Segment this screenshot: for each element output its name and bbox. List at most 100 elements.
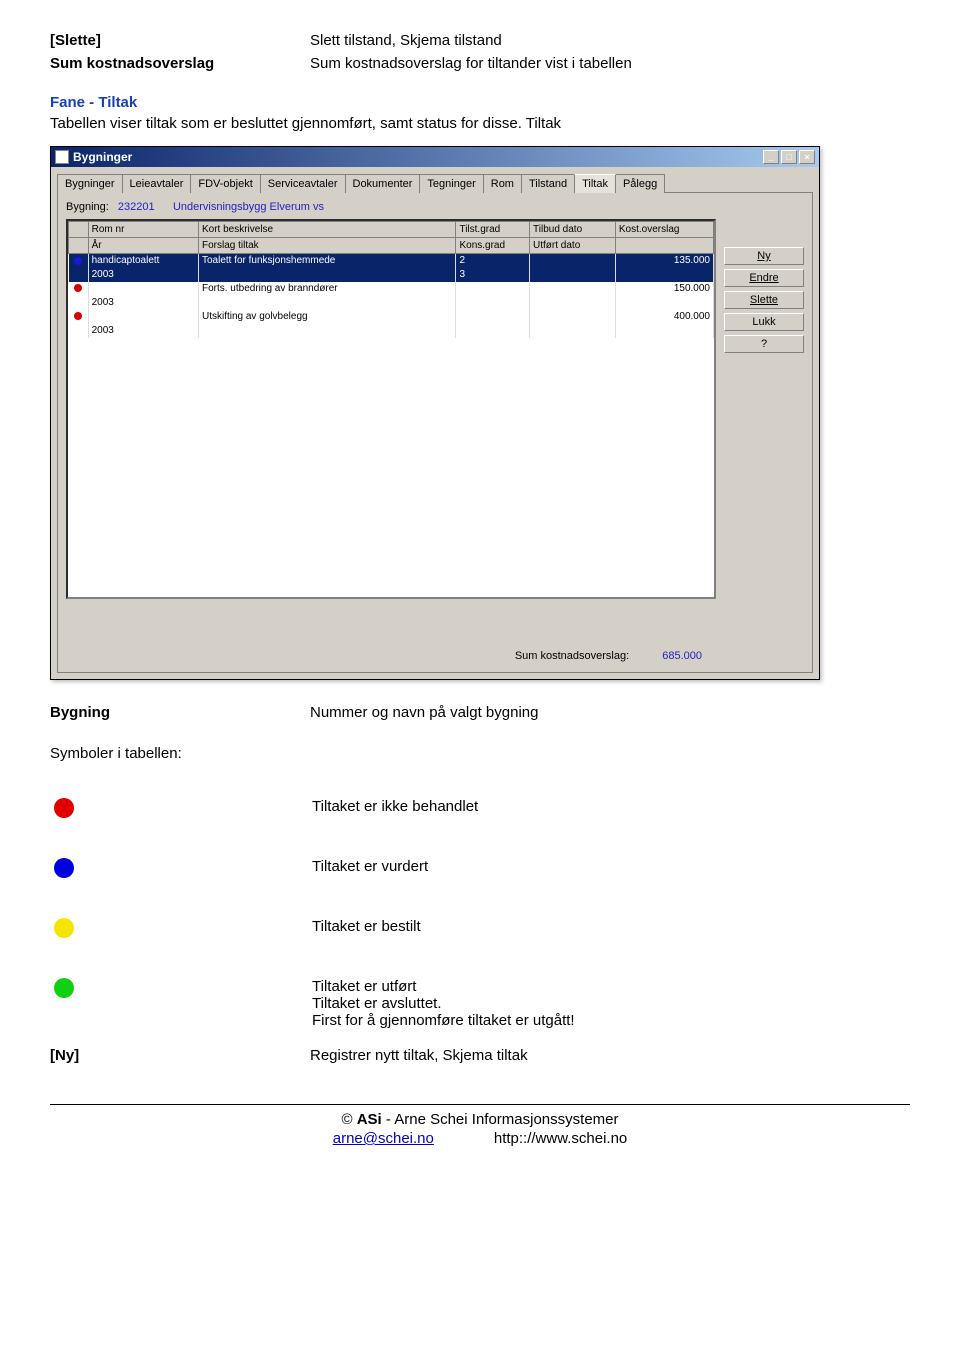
cell: Forts. utbedring av branndører [198, 282, 456, 296]
sum-label: Sum kostnadsoverslag: [515, 650, 629, 662]
table-row[interactable]: Utskifting av golvbelegg 400.000 [69, 310, 714, 324]
row-dot [69, 268, 89, 282]
app-icon [55, 150, 69, 164]
th-konsgrad[interactable]: Kons.grad [456, 238, 530, 254]
table-row[interactable]: Forts. utbedring av branndører 150.000 [69, 282, 714, 296]
tab-bygninger[interactable]: Bygninger [57, 174, 123, 193]
cell: Toalett for funksjonshemmede [198, 254, 456, 268]
close-button[interactable]: × [799, 150, 815, 164]
symbols-label: Symboler i tabellen: [50, 745, 910, 762]
cell [456, 324, 530, 338]
cell [615, 268, 713, 282]
table-row[interactable]: 2003 [69, 296, 714, 310]
tab-tiltak[interactable]: Tiltak [574, 174, 616, 193]
tab-content: Bygning: 232201 Undervisningsbygg Elveru… [57, 193, 813, 673]
titlebar-left: Bygninger [55, 150, 132, 164]
table-row[interactable]: handicaptoalett Toalett for funksjonshem… [69, 254, 714, 268]
footer-line2: arne@schei.no http:://www.schei.no [50, 1130, 910, 1147]
sum-value: 685.000 [662, 650, 702, 662]
cell [530, 282, 616, 296]
window-controls: _ □ × [763, 150, 815, 164]
side-buttons: Ny Endre Slette Lukk ? [724, 219, 804, 599]
th-forslag[interactable]: Forslag tiltak [198, 238, 456, 254]
th-kort[interactable]: Kort beskrivelse [198, 222, 456, 238]
footer-brand: ASi [357, 1111, 382, 1128]
def-row-slette: [Slette] Slett tilstand, Skjema tilstand [50, 32, 910, 49]
def-term-sum: Sum kostnadsoverslag [50, 55, 310, 72]
tab-fdv-objekt[interactable]: FDV-objekt [190, 174, 260, 193]
footer: © ASi - Arne Schei Informasjonssystemer … [50, 1111, 910, 1147]
footer-email-link[interactable]: arne@schei.no [333, 1130, 434, 1147]
table-wrapper[interactable]: Rom nr Kort beskrivelse Tilst.grad Tilbu… [66, 219, 716, 599]
table-row[interactable]: 2003 [69, 324, 714, 338]
maximize-button[interactable]: □ [781, 150, 797, 164]
th-romnr[interactable]: Rom nr [88, 222, 198, 238]
cell: 2003 [88, 296, 198, 310]
th-tilstgrad[interactable]: Tilst.grad [456, 222, 530, 238]
red-dot-icon [50, 798, 112, 818]
help-button-label: ? [761, 338, 767, 350]
green-line2: Tiltaket er avsluttet. [312, 995, 910, 1012]
minimize-button[interactable]: _ [763, 150, 779, 164]
status-dot-icon [74, 312, 82, 320]
def-desc-slette: Slett tilstand, Skjema tilstand [310, 32, 910, 49]
footer-org: - Arne Schei Informasjonssystemer [382, 1111, 619, 1128]
tab-dokumenter[interactable]: Dokumenter [345, 174, 421, 193]
cell: 150.000 [615, 282, 713, 296]
section-paragraph: Tabellen viser tiltak som er besluttet g… [50, 115, 910, 132]
th2-dot[interactable] [69, 238, 89, 254]
sum-line: Sum kostnadsoverslag: 685.000 [515, 650, 702, 662]
copyright-symbol: © [341, 1111, 356, 1128]
table-row[interactable]: 2003 3 [69, 268, 714, 282]
yellow-dot-icon [50, 918, 112, 938]
tab-leieavtaler[interactable]: Leieavtaler [122, 174, 192, 193]
th2-kost[interactable] [615, 238, 713, 254]
tab-serviceavtaler[interactable]: Serviceavtaler [260, 174, 346, 193]
def-row-sum: Sum kostnadsoverslag Sum kostnadsoversla… [50, 55, 910, 72]
grid-area: Rom nr Kort beskrivelse Tilst.grad Tilbu… [66, 219, 804, 599]
cell [530, 254, 616, 268]
cell: 135.000 [615, 254, 713, 268]
tab-tegninger[interactable]: Tegninger [419, 174, 483, 193]
th-tilbud[interactable]: Tilbud dato [530, 222, 616, 238]
status-dot-icon [74, 257, 82, 265]
green-dot-icon [50, 978, 112, 998]
cell: 2 [456, 254, 530, 268]
blue-desc: Tiltaket er vurdert [112, 858, 910, 875]
titlebar[interactable]: Bygninger _ □ × [51, 147, 819, 167]
cell [88, 282, 198, 296]
ny-button[interactable]: Ny [724, 247, 804, 265]
cell [530, 268, 616, 282]
tab-rom[interactable]: Rom [483, 174, 522, 193]
cell: 400.000 [615, 310, 713, 324]
endre-button[interactable]: Endre [724, 269, 804, 287]
cell [198, 268, 456, 282]
red-desc: Tiltaket er ikke behandlet [112, 798, 910, 815]
bygning-label: Bygning: [66, 201, 109, 213]
tab-tilstand[interactable]: Tilstand [521, 174, 575, 193]
cell [198, 296, 456, 310]
window-title: Bygninger [73, 150, 132, 164]
th-ar[interactable]: År [88, 238, 198, 254]
bygning-line: Bygning: 232201 Undervisningsbygg Elveru… [66, 201, 804, 213]
ny-desc: Registrer nytt tiltak, Skjema tiltak [310, 1047, 910, 1064]
green-line1: Tiltaket er utført [312, 978, 910, 995]
bygning-name: Undervisningsbygg Elverum vs [173, 201, 324, 213]
lukk-button[interactable]: Lukk [724, 313, 804, 331]
bygning-term: Bygning [50, 704, 310, 721]
help-button[interactable]: ? [724, 335, 804, 353]
th-dot[interactable] [69, 222, 89, 238]
cell [88, 310, 198, 324]
th-utfort[interactable]: Utført dato [530, 238, 616, 254]
section-title: Fane - Tiltak [50, 94, 910, 111]
symbol-row-green: Tiltaket er utført Tiltaket er avsluttet… [50, 978, 910, 1029]
tab-palegg[interactable]: Pålegg [615, 174, 665, 193]
symbol-row-blue: Tiltaket er vurdert [50, 858, 910, 878]
cell: Utskifting av golvbelegg [198, 310, 456, 324]
symbol-row-yellow: Tiltaket er bestilt [50, 918, 910, 938]
def-term-slette: [Slette] [50, 32, 310, 49]
th-kost[interactable]: Kost.overslag [615, 222, 713, 238]
slette-button[interactable]: Slette [724, 291, 804, 309]
window-inner: Bygninger Leieavtaler FDV-objekt Service… [51, 167, 819, 679]
endre-button-label: Endre [749, 272, 778, 284]
